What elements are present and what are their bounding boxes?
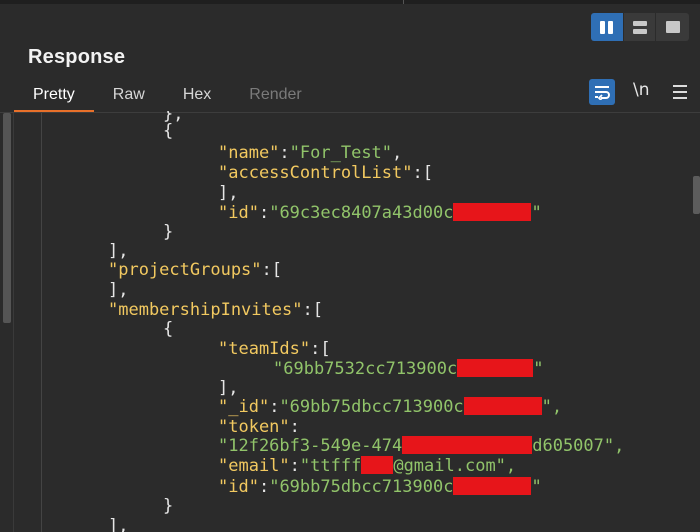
layout-single-button[interactable]: [656, 13, 689, 41]
word-wrap-icon: [595, 86, 610, 100]
code-line: "12f26bf3-549e-474 d605007",: [218, 435, 625, 456]
code-line: }: [163, 496, 174, 516]
tab-hex[interactable]: Hex: [164, 80, 230, 112]
layout-rows-button[interactable]: [623, 13, 657, 41]
panel-title: Response: [28, 46, 126, 68]
redaction-box: [361, 455, 394, 474]
code-line: ],: [218, 183, 239, 203]
rows-icon: [632, 20, 647, 34]
tab-raw[interactable]: Raw: [94, 80, 164, 112]
tab-pretty[interactable]: Pretty: [14, 80, 94, 112]
code-line: {: [163, 319, 174, 339]
code-line: ],: [218, 378, 239, 398]
tab-render: Render: [249, 86, 302, 103]
hamburger-menu-icon[interactable]: [673, 85, 687, 99]
code-line: "projectGroups":[: [108, 260, 283, 280]
redaction-box: [453, 476, 532, 495]
layout-columns-button[interactable]: [591, 13, 624, 41]
columns-icon: [600, 20, 614, 34]
code-line: }: [163, 222, 174, 242]
redaction-box: [453, 202, 532, 221]
json-viewer: }, { "name":"For_Test", "accessControlLi…: [0, 111, 690, 532]
code-line: ],: [108, 241, 129, 261]
code-line: "id":"69c3ec8407a43d00c ": [218, 202, 542, 223]
code-line: ],: [108, 280, 129, 300]
show-newlines-button[interactable]: \n: [633, 80, 650, 100]
redaction-box: [463, 396, 542, 415]
layout-toggle-group: [591, 13, 689, 41]
redaction-box: [402, 435, 533, 454]
response-tabs: Pretty Raw Hex Render: [14, 80, 321, 112]
redaction-box: [457, 358, 534, 377]
single-panel-icon: [665, 21, 680, 33]
code-line: "id":"69bb75dbcc713900c ": [218, 476, 542, 497]
code-line: "69bb7532cc713900c ": [273, 358, 544, 379]
code-line: "teamIds":[: [218, 339, 331, 359]
code-line: "_id":"69bb75dbcc713900c ",: [218, 396, 563, 417]
code-line: "email":"ttfff @gmail.com",: [218, 455, 517, 476]
code-line: "token":: [218, 417, 300, 437]
code-line: "membershipInvites":[: [108, 300, 323, 320]
pane-divider[interactable]: [403, 0, 404, 4]
vertical-scrollbar-thumb[interactable]: [693, 176, 700, 214]
code-line: "name":"For_Test",: [218, 143, 403, 163]
code-line: {: [163, 121, 174, 141]
window-top-bar: [0, 0, 700, 4]
code-line: ],: [108, 516, 129, 532]
word-wrap-button[interactable]: [589, 79, 615, 105]
code-line: "accessControlList":[: [218, 163, 433, 183]
